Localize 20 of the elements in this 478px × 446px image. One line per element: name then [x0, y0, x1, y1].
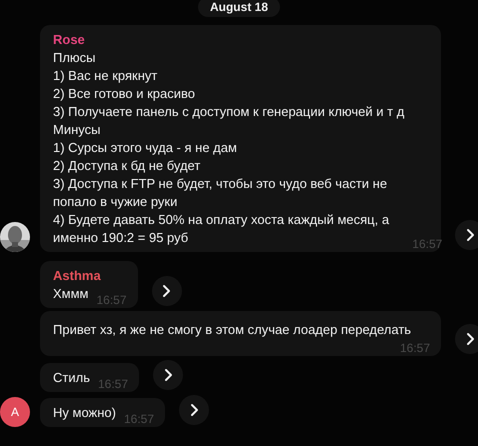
forward-button[interactable]	[455, 220, 478, 250]
message-text: Привет хз, я же не смогу в этом случае лоадер переделать	[53, 321, 412, 339]
message-time: 16:57	[411, 237, 442, 251]
chevron-right-icon	[164, 368, 172, 382]
message-text: Ну можно)	[53, 404, 116, 422]
avatar: A	[0, 397, 30, 427]
chevron-right-icon	[190, 403, 198, 417]
chevron-right-icon	[466, 228, 474, 242]
forward-button[interactable]	[455, 324, 478, 354]
date-badge: August 18	[198, 0, 280, 17]
forward-button[interactable]	[152, 276, 182, 306]
forward-button[interactable]	[179, 395, 209, 425]
chevron-right-icon	[466, 332, 474, 346]
sender-name: Asthma	[53, 267, 102, 285]
chevron-right-icon	[162, 284, 172, 298]
message-text: Хммм	[53, 285, 88, 303]
forward-button[interactable]	[153, 360, 183, 390]
message-text: Стиль	[53, 369, 90, 387]
sender-name: Rose	[53, 31, 86, 49]
message-text: Плюсы 1) Вас не крякнут 2) Все готово и красиво 3) Получаете панель с доступом к генерации ключей и т д Минусы 1) Сурсы этого чуда - я не дам 2) Доступа к бд не будет 3) Доступа к FTP не будет, чтобы это чудо веб части не попало в чужие руки 4) Будете давать 50% на оплату хоста каждый месяц, а именно 190:2 = 95 руб	[53, 49, 404, 247]
